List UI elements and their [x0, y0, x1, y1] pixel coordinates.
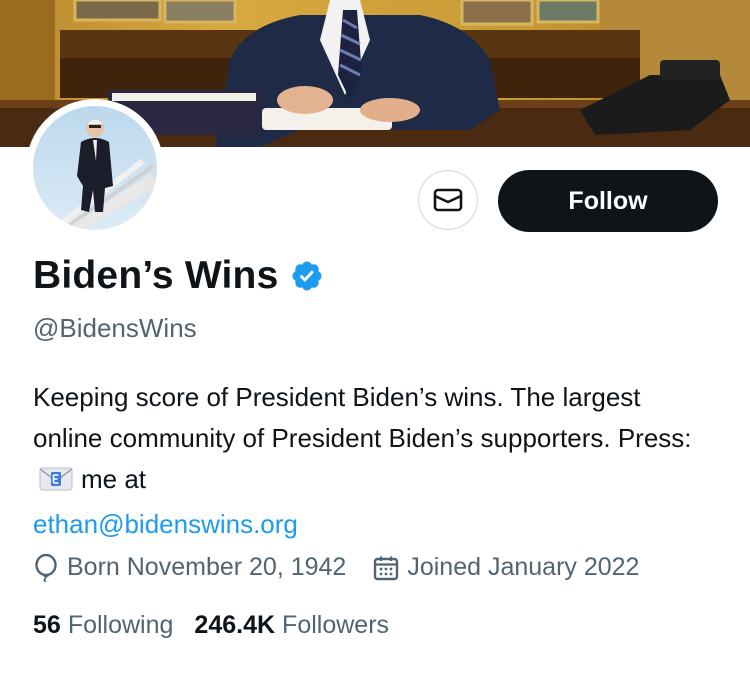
following-label: Following: [67, 611, 174, 639]
bio-text-end: me at: [81, 464, 147, 494]
joined-text: Joined January 2022: [407, 553, 640, 581]
profile-meta: Born November 20, 1942 Joined January 20…: [33, 553, 639, 582]
follow-stats: 56 Following 246.4K Followers: [33, 611, 389, 640]
name-row: Biden’s Wins: [33, 254, 324, 298]
following-count: 56: [33, 611, 61, 639]
birthday-text: Born November 20, 1942: [67, 553, 347, 581]
balloon-icon: [35, 553, 57, 582]
display-name: Biden’s Wins: [33, 254, 279, 297]
avatar[interactable]: [33, 106, 157, 230]
verified-badge-icon[interactable]: [290, 259, 324, 293]
bio-text: Keeping score of President Biden’s wins.…: [33, 382, 692, 453]
followers-link[interactable]: 246.4K Followers: [194, 611, 389, 640]
birthday-item: Born November 20, 1942: [33, 553, 346, 582]
joined-item: Joined January 2022: [373, 553, 639, 582]
followers-label: Followers: [282, 611, 390, 639]
envelope-icon: [433, 188, 463, 212]
email-link[interactable]: ethan@bidenswins.org: [33, 504, 713, 545]
followers-count: 246.4K: [194, 611, 276, 639]
email-emoji-icon: [39, 463, 73, 504]
profile-bio: Keeping score of President Biden’s wins.…: [33, 377, 713, 545]
user-handle: @BidensWins: [33, 313, 197, 343]
avatar-photo: [33, 106, 157, 230]
follow-button[interactable]: Follow: [498, 170, 718, 232]
calendar-icon: [374, 556, 399, 580]
following-link[interactable]: 56 Following: [33, 611, 173, 640]
message-button[interactable]: [418, 170, 478, 230]
